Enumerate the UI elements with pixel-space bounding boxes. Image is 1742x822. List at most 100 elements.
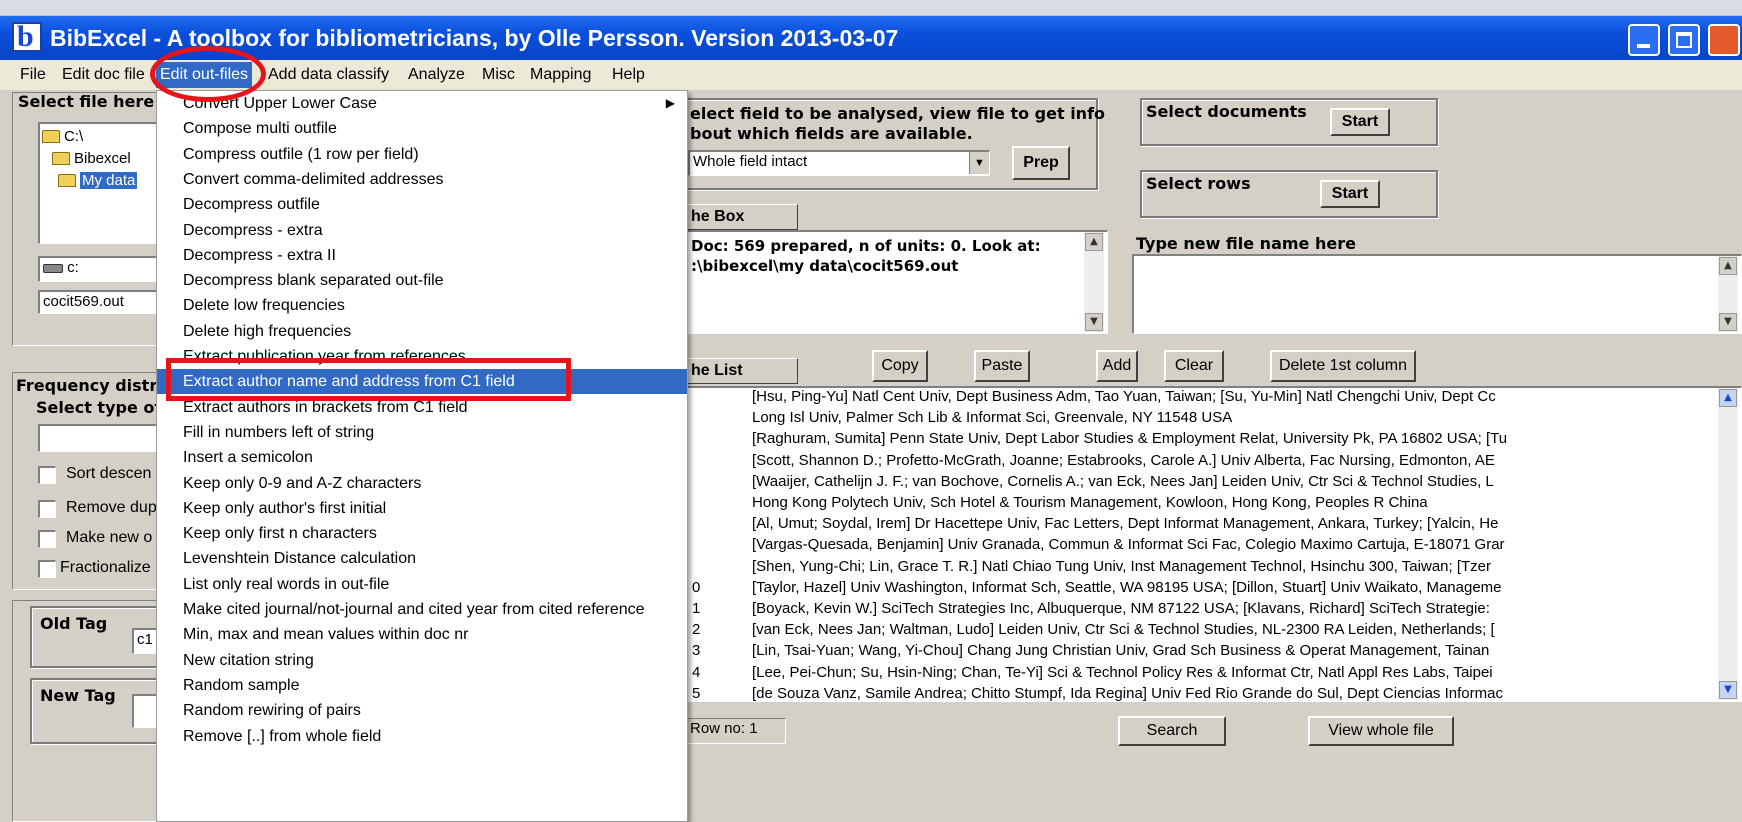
new-file-scrollbar[interactable]: ▲ ▼ bbox=[1718, 256, 1738, 332]
list-row[interactable]: [Lee, Pei-Chun; Su, Hsin-Ning; Chan, Te-… bbox=[752, 662, 1493, 684]
menu-item-label: Extract authors in brackets from C1 fiel… bbox=[183, 398, 468, 416]
menu-item[interactable]: List only real words in out-file bbox=[157, 572, 687, 597]
list-row[interactable]: [Taylor, Hazel] Univ Washington, Informa… bbox=[752, 577, 1502, 599]
list-row[interactable]: [Shen, Yung-Chi; Lin, Grace T. R.] Natl … bbox=[752, 556, 1491, 578]
sort-descending-checkbox[interactable] bbox=[38, 466, 56, 484]
the-box-text[interactable]: Doc: 569 prepared, n of units: 0. Look a… bbox=[686, 230, 1108, 334]
tree-item-my-data[interactable]: My data bbox=[58, 169, 138, 191]
list-row[interactable]: [Raghuram, Sumita] Penn State Univ, Dept… bbox=[752, 428, 1507, 450]
menu-item-label: Random rewiring of pairs bbox=[183, 702, 361, 720]
menu-item[interactable]: Delete low frequencies bbox=[157, 293, 687, 318]
menu-analyze[interactable]: Analyze bbox=[404, 62, 469, 88]
annotation-rectangle bbox=[166, 358, 571, 401]
scroll-up-icon[interactable]: ▲ bbox=[1719, 257, 1737, 275]
menu-item[interactable]: Decompress blank separated out-file bbox=[157, 268, 687, 293]
menu-item[interactable]: Keep only first n characters bbox=[157, 521, 687, 546]
menu-item-label: New citation string bbox=[183, 651, 314, 669]
menu-item[interactable]: Remove [..] from whole field bbox=[157, 724, 687, 749]
list-row[interactable]: [Scott, Shannon D.; Profetto-McGrath, Jo… bbox=[752, 450, 1495, 472]
menu-misc[interactable]: Misc bbox=[478, 62, 519, 88]
clear-button[interactable]: Clear bbox=[1164, 350, 1224, 382]
menu-item-label: Delete high frequencies bbox=[183, 322, 352, 340]
list-row[interactable]: [Hsu, Ping-Yu] Natl Cent Univ, Dept Busi… bbox=[752, 386, 1496, 408]
drive-select[interactable]: c: bbox=[38, 256, 162, 282]
menu-file[interactable]: File bbox=[16, 62, 50, 88]
type-select[interactable] bbox=[38, 424, 162, 452]
scroll-down-icon[interactable]: ▼ bbox=[1719, 681, 1737, 699]
window-title: BibExcel - A toolbox for bibliometrician… bbox=[50, 25, 899, 51]
tree-item-root[interactable]: C:\ bbox=[42, 125, 83, 147]
list-row[interactable]: [Al, Umut; Soydal, Irem] Dr Hacettepe Un… bbox=[752, 513, 1498, 535]
file-list[interactable]: cocit569.out bbox=[38, 290, 162, 314]
app-icon[interactable]: b bbox=[12, 22, 42, 52]
menu-item[interactable]: Decompress - extra bbox=[157, 218, 687, 243]
list-row[interactable]: Long Isl Univ, Palmer Sch Lib & Informat… bbox=[752, 407, 1232, 429]
minimize-button[interactable] bbox=[1628, 24, 1660, 56]
add-button[interactable]: Add bbox=[1096, 350, 1138, 382]
field-select-line1: elect field to be analysed, view file to… bbox=[690, 104, 1106, 123]
menu-help[interactable]: Help bbox=[608, 62, 649, 88]
menu-item[interactable]: Decompress outfile bbox=[157, 192, 687, 217]
close-button[interactable] bbox=[1708, 24, 1740, 56]
paste-button[interactable]: Paste bbox=[974, 350, 1030, 382]
list-scrollbar[interactable]: ▲ ▼ bbox=[1718, 388, 1738, 700]
tree-item-bibexcel[interactable]: Bibexcel bbox=[52, 147, 131, 169]
scroll-down-icon[interactable]: ▼ bbox=[1085, 313, 1103, 331]
menu-item-label: Keep only 0-9 and A-Z characters bbox=[183, 474, 422, 492]
delete-first-column-button[interactable]: Delete 1st column bbox=[1270, 350, 1416, 382]
field-select-line2: bout which fields are available. bbox=[690, 124, 973, 143]
select-documents-start-button[interactable]: Start bbox=[1330, 108, 1390, 136]
field-type-dropdown[interactable]: Whole field intact ▼ bbox=[688, 150, 990, 176]
menu-item[interactable]: Delete high frequencies bbox=[157, 319, 687, 344]
menu-item[interactable]: Min, max and mean values within doc nr bbox=[157, 622, 687, 647]
list-row[interactable]: [Waaijer, Cathelijn J. F.; van Bochove, … bbox=[752, 471, 1494, 493]
new-file-input[interactable] bbox=[1132, 254, 1742, 334]
menu-item-label: List only real words in out-file bbox=[183, 575, 390, 593]
menu-item[interactable]: Random rewiring of pairs bbox=[157, 698, 687, 723]
menu-item[interactable]: Compose multi outfile bbox=[157, 116, 687, 141]
select-rows-label: Select rows bbox=[1146, 174, 1251, 193]
menu-item[interactable]: Compress outfile (1 row per field) bbox=[157, 142, 687, 167]
select-documents-label: Select documents bbox=[1146, 102, 1307, 121]
view-whole-file-button[interactable]: View whole file bbox=[1308, 716, 1454, 746]
scroll-up-icon[interactable]: ▲ bbox=[1719, 389, 1737, 407]
maximize-button[interactable] bbox=[1668, 24, 1700, 56]
menu-item[interactable]: Decompress - extra II bbox=[157, 243, 687, 268]
fractionalize-checkbox[interactable] bbox=[38, 560, 56, 578]
menu-item[interactable]: Insert a semicolon bbox=[157, 445, 687, 470]
the-box-scrollbar[interactable]: ▲ ▼ bbox=[1084, 232, 1104, 332]
list-row[interactable]: [de Souza Vanz, Samile Andrea; Chitto St… bbox=[752, 683, 1503, 705]
menu-mapping[interactable]: Mapping bbox=[526, 62, 595, 88]
menu-item[interactable]: Levenshtein Distance calculation bbox=[157, 546, 687, 571]
menu-item[interactable]: Fill in numbers left of string bbox=[157, 420, 687, 445]
list-row-number: 4 bbox=[692, 663, 701, 681]
menu-item-label: Decompress blank separated out-file bbox=[183, 272, 444, 290]
list-row[interactable]: [Vargas-Quesada, Benjamin] Univ Granada,… bbox=[752, 534, 1505, 556]
menu-add-data-classify[interactable]: Add data classify bbox=[264, 62, 393, 88]
menu-item[interactable]: Convert comma-delimited addresses bbox=[157, 167, 687, 192]
prep-button[interactable]: Prep bbox=[1012, 146, 1070, 180]
scroll-up-icon[interactable]: ▲ bbox=[1085, 233, 1103, 251]
chevron-down-icon[interactable]: ▼ bbox=[969, 152, 989, 174]
scroll-down-icon[interactable]: ▼ bbox=[1719, 313, 1737, 331]
menu-item[interactable]: New citation string bbox=[157, 648, 687, 673]
menu-item-label: Levenshtein Distance calculation bbox=[183, 550, 417, 568]
remove-duplicates-checkbox[interactable] bbox=[38, 500, 56, 518]
list-row[interactable]: Hong Kong Polytech Univ, Sch Hotel & Tou… bbox=[752, 492, 1428, 514]
menu-edit-doc-file[interactable]: Edit doc file bbox=[58, 62, 149, 88]
select-file-label: Select file here bbox=[18, 92, 155, 111]
list-row[interactable]: [van Eck, Nees Jan; Waltman, Ludo] Leide… bbox=[752, 619, 1495, 641]
menu-item[interactable]: Make cited journal/not-journal and cited… bbox=[157, 597, 687, 622]
menu-item[interactable]: Random sample bbox=[157, 673, 687, 698]
menu-item[interactable]: Keep only 0-9 and A-Z characters bbox=[157, 471, 687, 496]
menu-item-label: Decompress - extra bbox=[183, 221, 323, 239]
new-file-label: Type new file name here bbox=[1136, 234, 1356, 253]
list-row[interactable]: [Boyack, Kevin W.] SciTech Strategies In… bbox=[752, 598, 1490, 620]
list-row[interactable]: [Lin, Tsai-Yuan; Wang, Yi-Chou] Chang Ju… bbox=[752, 640, 1489, 662]
search-button[interactable]: Search bbox=[1118, 716, 1226, 746]
menu-item[interactable]: Keep only author's first initial bbox=[157, 496, 687, 521]
make-new-checkbox[interactable] bbox=[38, 530, 56, 548]
select-rows-start-button[interactable]: Start bbox=[1320, 180, 1380, 208]
remove-duplicates-label: Remove dup bbox=[66, 499, 157, 516]
copy-button[interactable]: Copy bbox=[872, 350, 928, 382]
